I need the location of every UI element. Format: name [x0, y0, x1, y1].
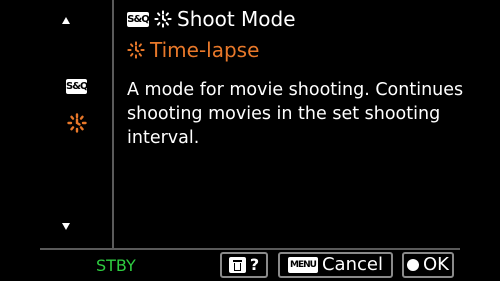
ok-label: OK [423, 254, 449, 275]
center-button-icon [407, 259, 419, 271]
menu-icon: MENU [288, 257, 318, 273]
help-button[interactable]: ? [220, 252, 268, 278]
cancel-button[interactable]: MENU Cancel [278, 252, 393, 278]
down-arrow-icon[interactable] [62, 223, 70, 230]
up-arrow-icon[interactable] [62, 17, 70, 24]
bottom-divider [40, 248, 460, 250]
selected-mode-label: Time-lapse [150, 38, 260, 62]
mode-sidebar: S&Q [0, 0, 113, 248]
timelapse-icon [154, 10, 172, 28]
help-label: ? [249, 255, 260, 274]
timelapse-icon[interactable] [67, 113, 87, 133]
sq-badge-icon: S&Q [127, 11, 150, 27]
page-title: Shoot Mode [177, 7, 296, 31]
timelapse-icon [127, 41, 145, 59]
status-indicator: STBY [96, 256, 136, 275]
mode-description: A mode for movie shooting. Continues sho… [127, 80, 464, 148]
trash-icon [228, 257, 246, 273]
sidebar-divider [112, 0, 114, 248]
selected-mode: Time-lapse [127, 37, 259, 63]
menu-header: S&Q Shoot Mode [127, 6, 296, 32]
sq-badge-icon[interactable]: S&Q [66, 79, 88, 94]
ok-button[interactable]: OK [402, 252, 454, 278]
cancel-label: Cancel [321, 254, 383, 275]
